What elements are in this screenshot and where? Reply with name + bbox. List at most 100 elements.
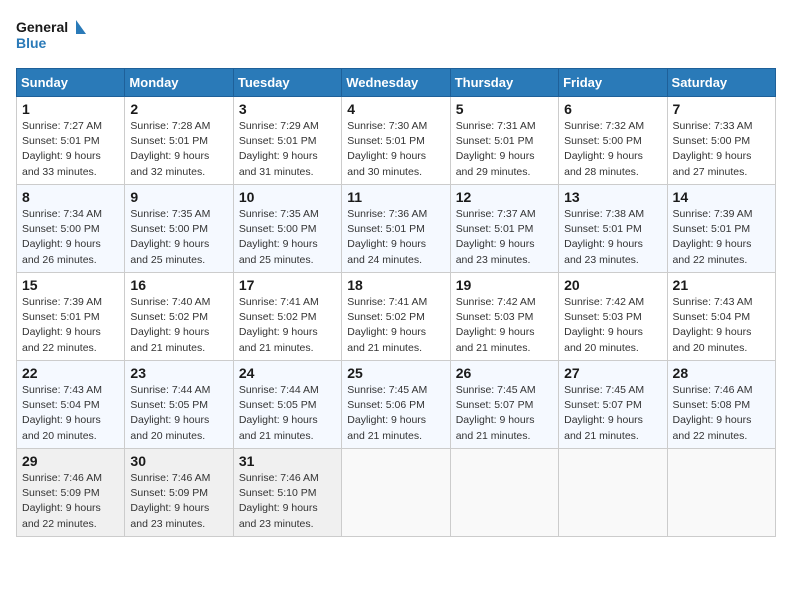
day-number: 7 <box>673 101 770 117</box>
calendar-cell: 3 Sunrise: 7:29 AMSunset: 5:01 PMDaylight… <box>233 97 341 185</box>
logo: General Blue <box>16 16 86 56</box>
day-detail: Sunrise: 7:32 AMSunset: 5:00 PMDaylight:… <box>564 119 661 180</box>
calendar-cell: 5 Sunrise: 7:31 AMSunset: 5:01 PMDaylight… <box>450 97 558 185</box>
day-detail: Sunrise: 7:39 AMSunset: 5:01 PMDaylight:… <box>22 295 119 356</box>
svg-text:Blue: Blue <box>16 35 47 51</box>
day-number: 28 <box>673 365 770 381</box>
calendar-cell: 19Sunrise: 7:42 AMSunset: 5:03 PMDayligh… <box>450 273 558 361</box>
day-number: 17 <box>239 277 336 293</box>
calendar-cell: 17 Sunrise: 7:41 AMSunset: 5:02 PMDayligh… <box>233 273 341 361</box>
day-header-tuesday: Tuesday <box>233 69 341 97</box>
day-number: 10 <box>239 189 336 205</box>
day-detail: Sunrise: 7:45 AMSunset: 5:06 PMDaylight:… <box>347 383 444 444</box>
calendar-cell: 26Sunrise: 7:45 AMSunset: 5:07 PMDayligh… <box>450 361 558 449</box>
day-detail: Sunrise: 7:36 AMSunset: 5:01 PMDaylight:… <box>347 207 444 268</box>
svg-text:General: General <box>16 19 68 35</box>
day-detail: Sunrise: 7:42 AMSunset: 5:03 PMDaylight:… <box>564 295 661 356</box>
day-number: 8 <box>22 189 119 205</box>
calendar-cell: 13 Sunrise: 7:38 AMSunset: 5:01 PMDayligh… <box>559 185 667 273</box>
day-header-row: SundayMondayTuesdayWednesdayThursdayFrid… <box>17 69 776 97</box>
calendar-cell: 8Sunrise: 7:34 AMSunset: 5:00 PMDaylight… <box>17 185 125 273</box>
day-detail: Sunrise: 7:41 AMSunset: 5:02 PMDaylight:… <box>239 295 336 356</box>
day-detail: Sunrise: 7:38 AMSunset: 5:01 PMDaylight:… <box>564 207 661 268</box>
day-number: 20 <box>564 277 661 293</box>
calendar-cell <box>559 449 667 537</box>
calendar-cell: 6 Sunrise: 7:32 AMSunset: 5:00 PMDaylight… <box>559 97 667 185</box>
calendar-cell: 12 Sunrise: 7:37 AMSunset: 5:01 PMDayligh… <box>450 185 558 273</box>
day-detail: Sunrise: 7:29 AMSunset: 5:01 PMDaylight:… <box>239 119 336 180</box>
calendar-cell: 21 Sunrise: 7:43 AMSunset: 5:04 PMDayligh… <box>667 273 775 361</box>
day-detail: Sunrise: 7:37 AMSunset: 5:01 PMDaylight:… <box>456 207 553 268</box>
day-number: 16 <box>130 277 227 293</box>
day-number: 12 <box>456 189 553 205</box>
day-number: 31 <box>239 453 336 469</box>
calendar-cell: 28Sunrise: 7:46 AMSunset: 5:08 PMDayligh… <box>667 361 775 449</box>
day-detail: Sunrise: 7:31 AMSunset: 5:01 PMDaylight:… <box>456 119 553 180</box>
calendar-cell <box>342 449 450 537</box>
day-detail: Sunrise: 7:43 AMSunset: 5:04 PMDaylight:… <box>673 295 770 356</box>
calendar-cell: 20 Sunrise: 7:42 AMSunset: 5:03 PMDayligh… <box>559 273 667 361</box>
day-detail: Sunrise: 7:46 AMSunset: 5:09 PMDaylight:… <box>22 471 119 532</box>
calendar-cell: 24 Sunrise: 7:44 AMSunset: 5:05 PMDayligh… <box>233 361 341 449</box>
calendar-cell: 18 Sunrise: 7:41 AMSunset: 5:02 PMDayligh… <box>342 273 450 361</box>
day-number: 6 <box>564 101 661 117</box>
calendar-cell: 30 Sunrise: 7:46 AMSunset: 5:09 PMDayligh… <box>125 449 233 537</box>
day-number: 14 <box>673 189 770 205</box>
day-detail: Sunrise: 7:44 AMSunset: 5:05 PMDaylight:… <box>239 383 336 444</box>
day-number: 15 <box>22 277 119 293</box>
day-detail: Sunrise: 7:35 AMSunset: 5:00 PMDaylight:… <box>130 207 227 268</box>
day-detail: Sunrise: 7:46 AMSunset: 5:09 PMDaylight:… <box>130 471 227 532</box>
calendar-cell: 2 Sunrise: 7:28 AMSunset: 5:01 PMDaylight… <box>125 97 233 185</box>
day-number: 29 <box>22 453 119 469</box>
day-number: 24 <box>239 365 336 381</box>
day-number: 9 <box>130 189 227 205</box>
calendar-table: SundayMondayTuesdayWednesdayThursdayFrid… <box>16 68 776 537</box>
day-number: 13 <box>564 189 661 205</box>
calendar-cell: 11 Sunrise: 7:36 AMSunset: 5:01 PMDayligh… <box>342 185 450 273</box>
calendar-week-row: 15 Sunrise: 7:39 AMSunset: 5:01 PMDayligh… <box>17 273 776 361</box>
calendar-cell: 15 Sunrise: 7:39 AMSunset: 5:01 PMDayligh… <box>17 273 125 361</box>
day-number: 11 <box>347 189 444 205</box>
day-number: 5 <box>456 101 553 117</box>
calendar-cell: 29 Sunrise: 7:46 AMSunset: 5:09 PMDayligh… <box>17 449 125 537</box>
calendar-week-row: 8Sunrise: 7:34 AMSunset: 5:00 PMDaylight… <box>17 185 776 273</box>
calendar-cell <box>450 449 558 537</box>
day-header-sunday: Sunday <box>17 69 125 97</box>
day-detail: Sunrise: 7:42 AMSunset: 5:03 PMDaylight:… <box>456 295 553 356</box>
day-number: 27 <box>564 365 661 381</box>
calendar-cell: 14 Sunrise: 7:39 AMSunset: 5:01 PMDayligh… <box>667 185 775 273</box>
day-number: 30 <box>130 453 227 469</box>
calendar-week-row: 1Sunrise: 7:27 AMSunset: 5:01 PMDaylight… <box>17 97 776 185</box>
day-detail: Sunrise: 7:41 AMSunset: 5:02 PMDaylight:… <box>347 295 444 356</box>
day-number: 3 <box>239 101 336 117</box>
day-detail: Sunrise: 7:43 AMSunset: 5:04 PMDaylight:… <box>22 383 119 444</box>
logo-svg: General Blue <box>16 16 86 56</box>
calendar-week-row: 29 Sunrise: 7:46 AMSunset: 5:09 PMDayligh… <box>17 449 776 537</box>
day-detail: Sunrise: 7:30 AMSunset: 5:01 PMDaylight:… <box>347 119 444 180</box>
day-number: 4 <box>347 101 444 117</box>
day-number: 18 <box>347 277 444 293</box>
day-number: 26 <box>456 365 553 381</box>
day-header-saturday: Saturday <box>667 69 775 97</box>
calendar-cell: 9 Sunrise: 7:35 AMSunset: 5:00 PMDaylight… <box>125 185 233 273</box>
calendar-cell: 16Sunrise: 7:40 AMSunset: 5:02 PMDayligh… <box>125 273 233 361</box>
day-header-wednesday: Wednesday <box>342 69 450 97</box>
day-number: 2 <box>130 101 227 117</box>
calendar-cell: 4 Sunrise: 7:30 AMSunset: 5:01 PMDaylight… <box>342 97 450 185</box>
day-number: 22 <box>22 365 119 381</box>
calendar-cell: 1Sunrise: 7:27 AMSunset: 5:01 PMDaylight… <box>17 97 125 185</box>
calendar-cell: 27 Sunrise: 7:45 AMSunset: 5:07 PMDayligh… <box>559 361 667 449</box>
day-detail: Sunrise: 7:45 AMSunset: 5:07 PMDaylight:… <box>564 383 661 444</box>
day-number: 23 <box>130 365 227 381</box>
calendar-cell <box>667 449 775 537</box>
day-number: 21 <box>673 277 770 293</box>
calendar-cell: 10 Sunrise: 7:35 AMSunset: 5:00 PMDayligh… <box>233 185 341 273</box>
day-detail: Sunrise: 7:33 AMSunset: 5:00 PMDaylight:… <box>673 119 770 180</box>
day-detail: Sunrise: 7:28 AMSunset: 5:01 PMDaylight:… <box>130 119 227 180</box>
day-detail: Sunrise: 7:35 AMSunset: 5:00 PMDaylight:… <box>239 207 336 268</box>
day-detail: Sunrise: 7:39 AMSunset: 5:01 PMDaylight:… <box>673 207 770 268</box>
calendar-cell: 7 Sunrise: 7:33 AMSunset: 5:00 PMDaylight… <box>667 97 775 185</box>
calendar-cell: 23 Sunrise: 7:44 AMSunset: 5:05 PMDayligh… <box>125 361 233 449</box>
day-number: 25 <box>347 365 444 381</box>
day-detail: Sunrise: 7:44 AMSunset: 5:05 PMDaylight:… <box>130 383 227 444</box>
